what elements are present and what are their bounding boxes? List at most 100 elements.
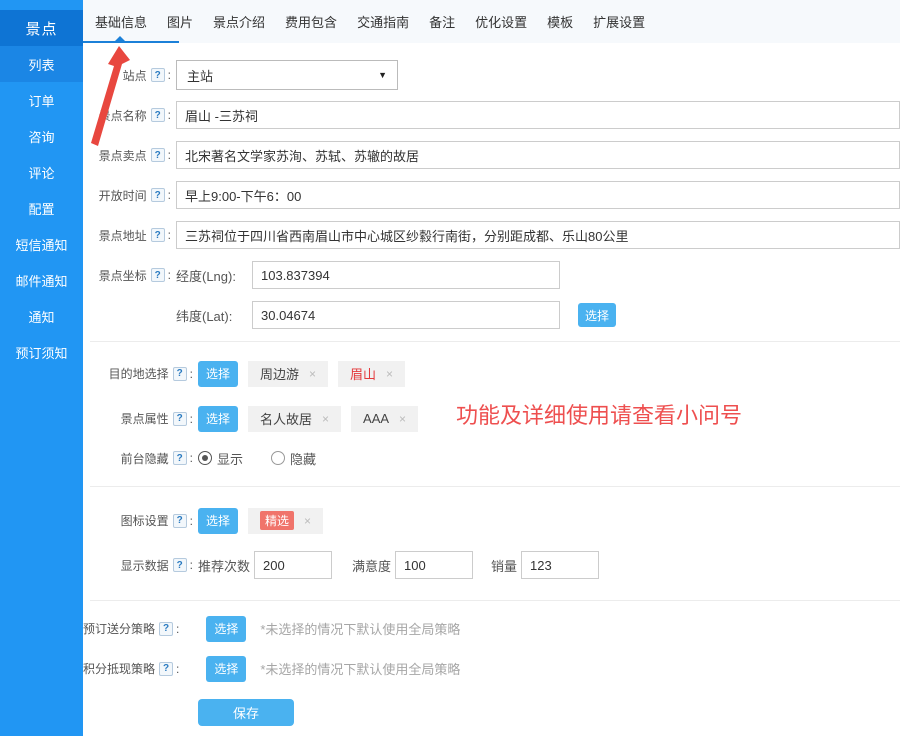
- sidebar-item[interactable]: 列表: [0, 46, 83, 82]
- save-button[interactable]: 保存: [198, 699, 294, 726]
- selling-point-input[interactable]: [176, 141, 900, 169]
- tag-text: 周边游: [260, 364, 299, 383]
- attribute-tag: AAA ×: [351, 406, 418, 432]
- tab[interactable]: 基础信息: [85, 0, 157, 43]
- tab-label: 图片: [167, 12, 193, 31]
- display-data-label: 显示数据?:: [83, 557, 193, 574]
- lat-label: 纬度(Lat):: [176, 306, 246, 325]
- tab-label: 备注: [429, 12, 455, 31]
- tab[interactable]: 模板: [537, 0, 583, 43]
- open-time-label: 开放时间?:: [83, 187, 171, 204]
- sidebar-item-label: 列表: [28, 55, 54, 74]
- help-icon[interactable]: ?: [159, 662, 173, 676]
- tag-close-icon[interactable]: ×: [399, 412, 406, 426]
- tab[interactable]: 图片: [157, 0, 203, 43]
- help-icon[interactable]: ?: [151, 108, 165, 122]
- destination-tag: 周边游 ×: [248, 361, 328, 387]
- help-icon[interactable]: ?: [173, 558, 187, 572]
- sidebar-item[interactable]: 咨询: [0, 118, 83, 154]
- tab[interactable]: 景点介绍: [203, 0, 275, 43]
- sidebar-item[interactable]: 邮件通知: [0, 262, 83, 298]
- radio-show[interactable]: 显示: [198, 449, 243, 468]
- help-icon[interactable]: ?: [173, 367, 187, 381]
- annotation-arrow: [86, 44, 131, 149]
- tab[interactable]: 交通指南: [347, 0, 419, 43]
- section-divider: [90, 600, 900, 601]
- tag-close-icon[interactable]: ×: [304, 514, 311, 528]
- sales-input[interactable]: [521, 551, 599, 579]
- icon-tag: 精选 ×: [248, 508, 323, 534]
- lng-input[interactable]: [252, 261, 560, 289]
- selling-point-label: 景点卖点?:: [83, 147, 171, 164]
- tab-label: 景点介绍: [213, 12, 265, 31]
- tab-label: 费用包含: [285, 12, 337, 31]
- sidebar-item-label: 订单: [28, 91, 54, 110]
- tab[interactable]: 扩展设置: [583, 0, 655, 43]
- tab-label: 交通指南: [357, 12, 409, 31]
- lat-input[interactable]: [252, 301, 560, 329]
- satisfaction-input[interactable]: [395, 551, 473, 579]
- help-icon[interactable]: ?: [173, 514, 187, 528]
- sidebar-item[interactable]: 配置: [0, 190, 83, 226]
- site-select[interactable]: 主站 ▼: [176, 60, 398, 90]
- main-panel: 基础信息 图片 景点介绍 费用包含 交通指南 备注: [83, 0, 900, 726]
- sidebar-item[interactable]: 评论: [0, 154, 83, 190]
- sidebar-title[interactable]: 景点: [0, 10, 83, 46]
- icon-settings-label: 图标设置?:: [83, 512, 193, 529]
- open-time-row: 开放时间?:: [83, 181, 900, 209]
- tab-label: 优化设置: [475, 12, 527, 31]
- site-select-value: 主站: [187, 66, 213, 85]
- dropdown-arrow-icon: ▼: [378, 70, 387, 80]
- coords-lat-row: 纬度(Lat): 选择: [83, 301, 900, 329]
- front-hide-label: 前台隐藏?:: [83, 450, 193, 467]
- tab[interactable]: 费用包含: [275, 0, 347, 43]
- tab[interactable]: 优化设置: [465, 0, 537, 43]
- tag-close-icon[interactable]: ×: [309, 367, 316, 381]
- attributes-label: 景点属性?:: [83, 410, 193, 427]
- radio-hide[interactable]: 隐藏: [271, 449, 316, 468]
- selling-point-row: 景点卖点?:: [83, 141, 900, 169]
- destination-label: 目的地选择?:: [83, 365, 193, 382]
- sidebar-item[interactable]: 短信通知: [0, 226, 83, 262]
- sidebar-item-label: 预订须知: [15, 343, 67, 362]
- sidebar-item-label: 评论: [28, 163, 54, 182]
- sidebar-item-label: 咨询: [28, 127, 54, 146]
- booking-points-select-button[interactable]: 选择: [206, 616, 246, 642]
- points-deduction-label: 积分抵现策略?:: [83, 660, 179, 677]
- open-time-input[interactable]: [176, 181, 900, 209]
- sidebar-item[interactable]: 通知: [0, 298, 83, 334]
- coords-select-button[interactable]: 选择: [578, 303, 616, 327]
- help-icon[interactable]: ?: [151, 148, 165, 162]
- help-icon[interactable]: ?: [151, 228, 165, 242]
- help-icon[interactable]: ?: [151, 188, 165, 202]
- name-input[interactable]: [176, 101, 900, 129]
- sidebar: 景点 列表 订单 咨询 评论 配置: [0, 0, 83, 736]
- address-input[interactable]: [176, 221, 900, 249]
- tab-label: 扩展设置: [593, 12, 645, 31]
- tab[interactable]: 备注: [419, 0, 465, 43]
- help-icon[interactable]: ?: [151, 68, 165, 82]
- tab-label: 模板: [547, 12, 573, 31]
- booking-points-row: 预订送分策略?: 选择 *未选择的情况下默认使用全局策略: [83, 615, 900, 642]
- satisfaction-label: 满意度: [352, 556, 391, 575]
- sales-label: 销量: [491, 556, 517, 575]
- tag-close-icon[interactable]: ×: [386, 367, 393, 381]
- front-hide-row: 前台隐藏?: 显示 隐藏: [83, 449, 900, 467]
- scenic-spot-edit-page: 景点 列表 订单 咨询 评论 配置: [0, 0, 900, 736]
- destination-select-button[interactable]: 选择: [198, 361, 238, 387]
- tag-text: AAA: [363, 411, 389, 426]
- tag-close-icon[interactable]: ×: [322, 412, 329, 426]
- help-icon[interactable]: ?: [159, 622, 173, 636]
- recommend-count-input[interactable]: [254, 551, 332, 579]
- points-deduction-select-button[interactable]: 选择: [206, 656, 246, 682]
- help-icon[interactable]: ?: [173, 412, 187, 426]
- radio-icon: [271, 451, 285, 465]
- icon-select-button[interactable]: 选择: [198, 508, 238, 534]
- help-icon[interactable]: ?: [173, 451, 187, 465]
- tab-bar: 基础信息 图片 景点介绍 费用包含 交通指南 备注: [83, 0, 900, 43]
- help-icon[interactable]: ?: [151, 268, 165, 282]
- sidebar-item[interactable]: 预订须知: [0, 334, 83, 370]
- booking-points-label: 预订送分策略?:: [83, 620, 179, 637]
- sidebar-item[interactable]: 订单: [0, 82, 83, 118]
- attributes-select-button[interactable]: 选择: [198, 406, 238, 432]
